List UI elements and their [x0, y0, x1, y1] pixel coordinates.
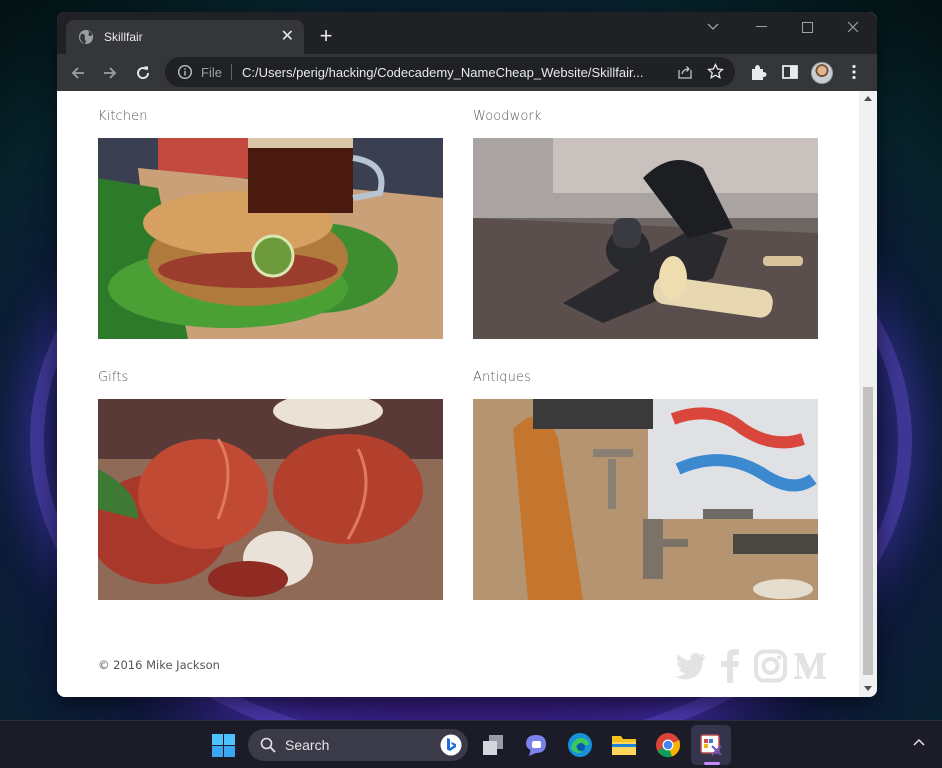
address-scheme: File — [201, 64, 222, 80]
antiques-photo[interactable] — [473, 399, 818, 600]
edge-icon[interactable] — [565, 730, 595, 760]
browser-toolbar: File C:/Users/perig/hacking/Codecademy_N… — [57, 54, 877, 91]
chrome-icon[interactable] — [653, 730, 683, 760]
scroll-down-arrow-icon[interactable] — [864, 686, 872, 691]
active-app-indicator — [704, 762, 720, 765]
kitchen-photo[interactable] — [98, 138, 443, 339]
gifts-photo[interactable] — [98, 399, 443, 600]
card-label-antiques[interactable]: Antiques — [473, 370, 531, 385]
card-label-woodwork[interactable]: Woodwork — [473, 109, 542, 124]
task-view-icon[interactable] — [478, 730, 508, 760]
tab-strip: Skillfair ✕ + — [57, 12, 877, 54]
info-icon[interactable] — [177, 64, 193, 80]
bing-icon[interactable] — [440, 734, 462, 756]
vertical-scrollbar[interactable] — [859, 91, 877, 697]
extensions-puzzle-icon[interactable] — [749, 63, 767, 81]
side-panel-icon[interactable] — [781, 63, 799, 81]
windows-taskbar: Search — [0, 720, 942, 768]
taskbar-search-label: Search — [285, 737, 330, 753]
page-viewport: Kitchen Woodwork Gifts Antiques © 2016 M… — [57, 91, 859, 697]
globe-icon — [79, 30, 93, 44]
instagram-icon[interactable] — [754, 649, 787, 683]
browser-tab[interactable]: Skillfair ✕ — [66, 20, 304, 54]
address-divider — [230, 64, 232, 80]
scroll-up-arrow-icon[interactable] — [864, 96, 872, 101]
taskbar-search-box[interactable]: Search — [248, 729, 468, 761]
window-close-icon[interactable] — [830, 12, 876, 42]
search-icon — [260, 737, 276, 753]
address-url[interactable]: C:/Users/perig/hacking/Codecademy_NameCh… — [242, 65, 668, 80]
chevron-up-icon[interactable] — [913, 738, 925, 746]
windows-start-icon[interactable] — [212, 734, 235, 757]
facebook-icon[interactable] — [720, 649, 740, 683]
browser-window: Skillfair ✕ + File C:/Users/perig/hackin… — [57, 12, 877, 697]
bookmark-star-icon[interactable] — [707, 63, 724, 80]
minimize-icon[interactable] — [738, 12, 784, 42]
snipping-tool-icon[interactable] — [696, 730, 726, 760]
twitter-icon[interactable] — [675, 649, 707, 683]
address-bar[interactable]: File C:/Users/perig/hacking/Codecademy_N… — [165, 57, 735, 87]
teams-chat-icon[interactable] — [521, 730, 551, 760]
tab-title: Skillfair — [104, 30, 143, 44]
file-explorer-icon[interactable] — [609, 730, 639, 760]
medium-icon[interactable] — [793, 649, 827, 683]
forward-arrow-icon[interactable] — [98, 61, 122, 85]
footer-copyright: © 2016 Mike Jackson — [98, 658, 220, 672]
maximize-icon[interactable] — [784, 12, 830, 42]
reload-icon[interactable] — [131, 61, 155, 85]
tab-search-icon[interactable] — [690, 12, 736, 42]
woodwork-photo[interactable] — [473, 138, 818, 339]
kebab-menu-icon[interactable] — [845, 63, 863, 81]
scrollbar-thumb[interactable] — [863, 387, 873, 675]
profile-avatar[interactable] — [811, 62, 833, 84]
share-icon[interactable] — [677, 64, 693, 80]
new-tab-icon[interactable]: + — [317, 25, 335, 47]
card-label-kitchen[interactable]: Kitchen — [98, 109, 148, 124]
tab-close-icon[interactable]: ✕ — [281, 29, 294, 45]
back-arrow-icon[interactable] — [66, 61, 90, 85]
card-label-gifts[interactable]: Gifts — [98, 370, 128, 385]
